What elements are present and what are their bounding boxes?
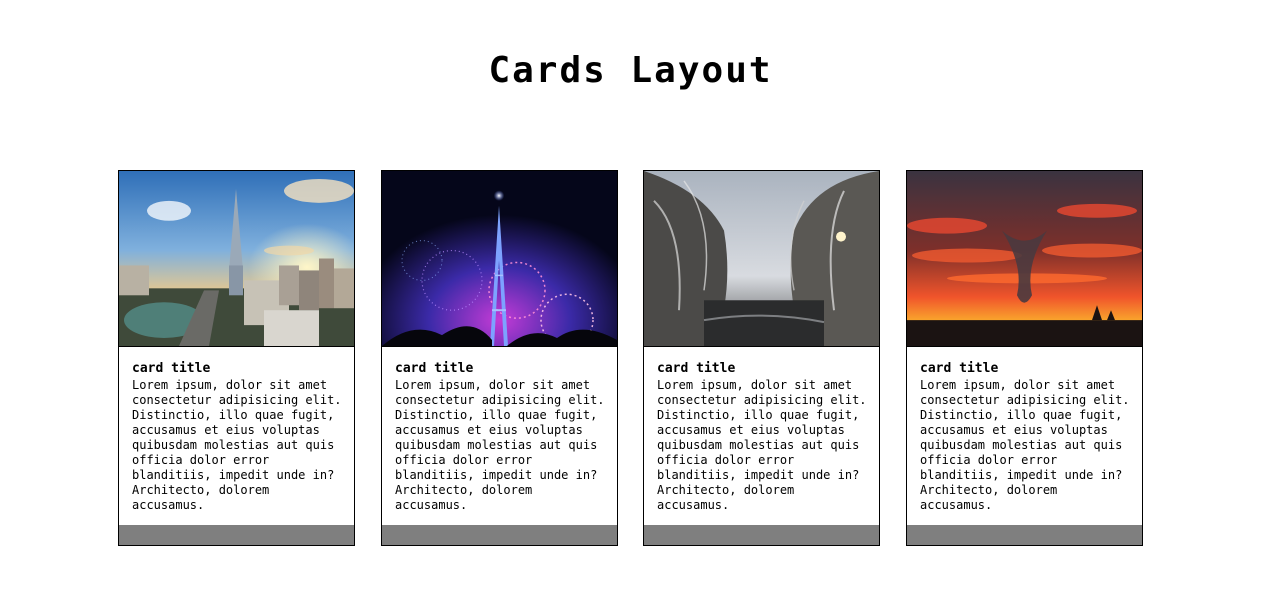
card-text: Lorem ipsum, dolor sit amet consectetur … — [132, 378, 342, 512]
eiffel-tower-fireworks-photo — [382, 171, 617, 347]
card: card title Lorem ipsum, dolor sit amet c… — [381, 170, 618, 546]
card-title: card title — [920, 361, 999, 376]
card-body: card title Lorem ipsum, dolor sit amet c… — [907, 347, 1142, 525]
card: card title Lorem ipsum, dolor sit amet c… — [906, 170, 1143, 546]
card-body: card title Lorem ipsum, dolor sit amet c… — [382, 347, 617, 525]
red-sunset-sky-photo — [907, 171, 1142, 347]
card-footer — [382, 525, 617, 545]
card: card title Lorem ipsum, dolor sit amet c… — [643, 170, 880, 546]
snowy-forest-river-photo — [644, 171, 879, 347]
card-body: card title Lorem ipsum, dolor sit amet c… — [644, 347, 879, 525]
card-footer — [907, 525, 1142, 545]
card-body: card title Lorem ipsum, dolor sit amet c… — [119, 347, 354, 525]
card-text: Lorem ipsum, dolor sit amet consectetur … — [657, 378, 867, 512]
card-text: Lorem ipsum, dolor sit amet consectetur … — [395, 378, 605, 512]
card-footer — [119, 525, 354, 545]
card-footer — [644, 525, 879, 545]
card: card title Lorem ipsum, dolor sit amet c… — [118, 170, 355, 546]
page-title: Cards Layout — [488, 50, 773, 91]
city-skyline-sunset-photo — [119, 171, 354, 347]
card-title: card title — [132, 361, 211, 376]
card-title: card title — [395, 361, 474, 376]
card-text: Lorem ipsum, dolor sit amet consectetur … — [920, 378, 1130, 512]
cards-container: card title Lorem ipsum, dolor sit amet c… — [118, 170, 1143, 546]
card-title: card title — [657, 361, 736, 376]
